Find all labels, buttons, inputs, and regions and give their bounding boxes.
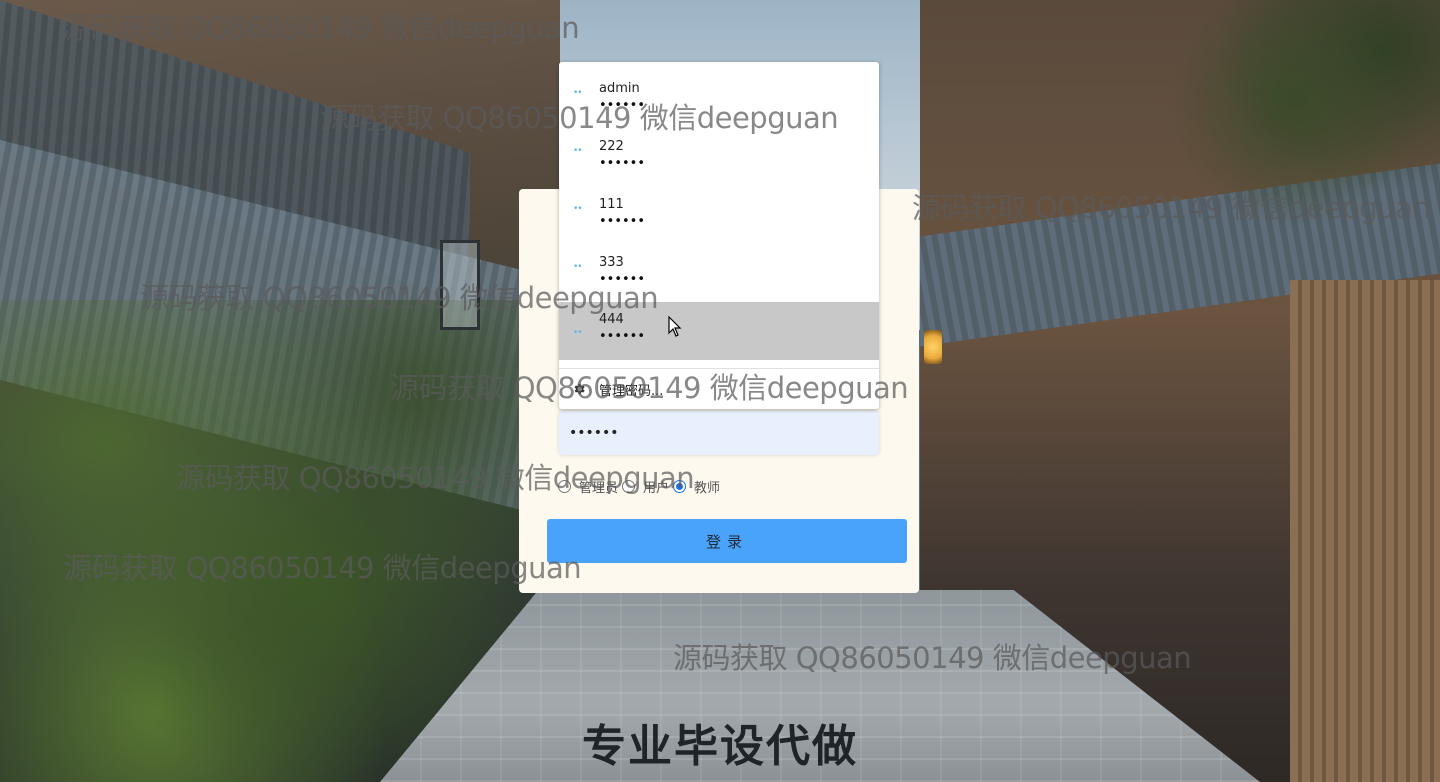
key-icon: •• [573, 328, 583, 338]
lantern [924, 330, 942, 364]
manage-passwords-item[interactable]: 管理密码... [559, 368, 879, 409]
key-icon: •• [573, 204, 583, 214]
promo-banner-text: 专业毕设代做 [582, 721, 858, 772]
right-tree [1150, 0, 1440, 250]
radio-teacher[interactable] [673, 479, 687, 493]
role-option-admin[interactable]: 管理员 [558, 477, 618, 496]
gear-icon [572, 382, 586, 396]
autofill-username: 333 [599, 255, 624, 270]
key-icon: •• [573, 146, 583, 156]
radio-user[interactable] [622, 479, 636, 493]
role-option-teacher[interactable]: 教师 [673, 477, 720, 496]
autofill-username: 111 [599, 197, 624, 212]
autofill-password: •••••• [599, 214, 646, 229]
autofill-item[interactable]: •• 222 •••••• [559, 120, 879, 178]
login-button[interactable]: 登录 [547, 519, 907, 563]
role-label-admin: 管理员 [579, 480, 619, 496]
role-label-teacher: 教师 [694, 480, 721, 496]
autofill-username: 444 [599, 312, 624, 327]
autofill-item-hovered[interactable]: •• 444 •••••• [559, 302, 879, 360]
autofill-username: admin [599, 81, 640, 96]
autofill-username: 222 [599, 139, 624, 154]
autofill-item[interactable]: •• admin •••••• [559, 62, 879, 120]
manage-passwords-label: 管理密码... [599, 383, 664, 399]
role-option-user[interactable]: 用户 [622, 477, 669, 496]
right-fence [1290, 280, 1440, 782]
street-lamp [440, 240, 480, 330]
key-icon: •• [573, 88, 583, 98]
autofill-item[interactable]: •• 111 •••••• [559, 178, 879, 236]
role-label-user: 用户 [643, 480, 670, 496]
radio-admin[interactable] [558, 479, 571, 493]
password-input[interactable]: •••••• [559, 411, 879, 455]
autofill-password: •••••• [599, 156, 646, 171]
mouse-cursor-icon [668, 316, 682, 337]
password-value: •••••• [569, 425, 619, 441]
autofill-password: •••••• [599, 272, 646, 287]
autofill-dropdown: •• admin •••••• •• 222 •••••• •• 111 •••… [559, 62, 879, 409]
autofill-password: •••••• [599, 329, 646, 344]
key-icon: •• [573, 262, 583, 272]
promo-banner: 专业毕设代做 [0, 710, 1440, 774]
autofill-item[interactable]: •• 333 •••••• [559, 236, 879, 294]
autofill-password: •••••• [599, 98, 646, 113]
role-radio-group: 管理员 用户 教师 [558, 476, 724, 496]
